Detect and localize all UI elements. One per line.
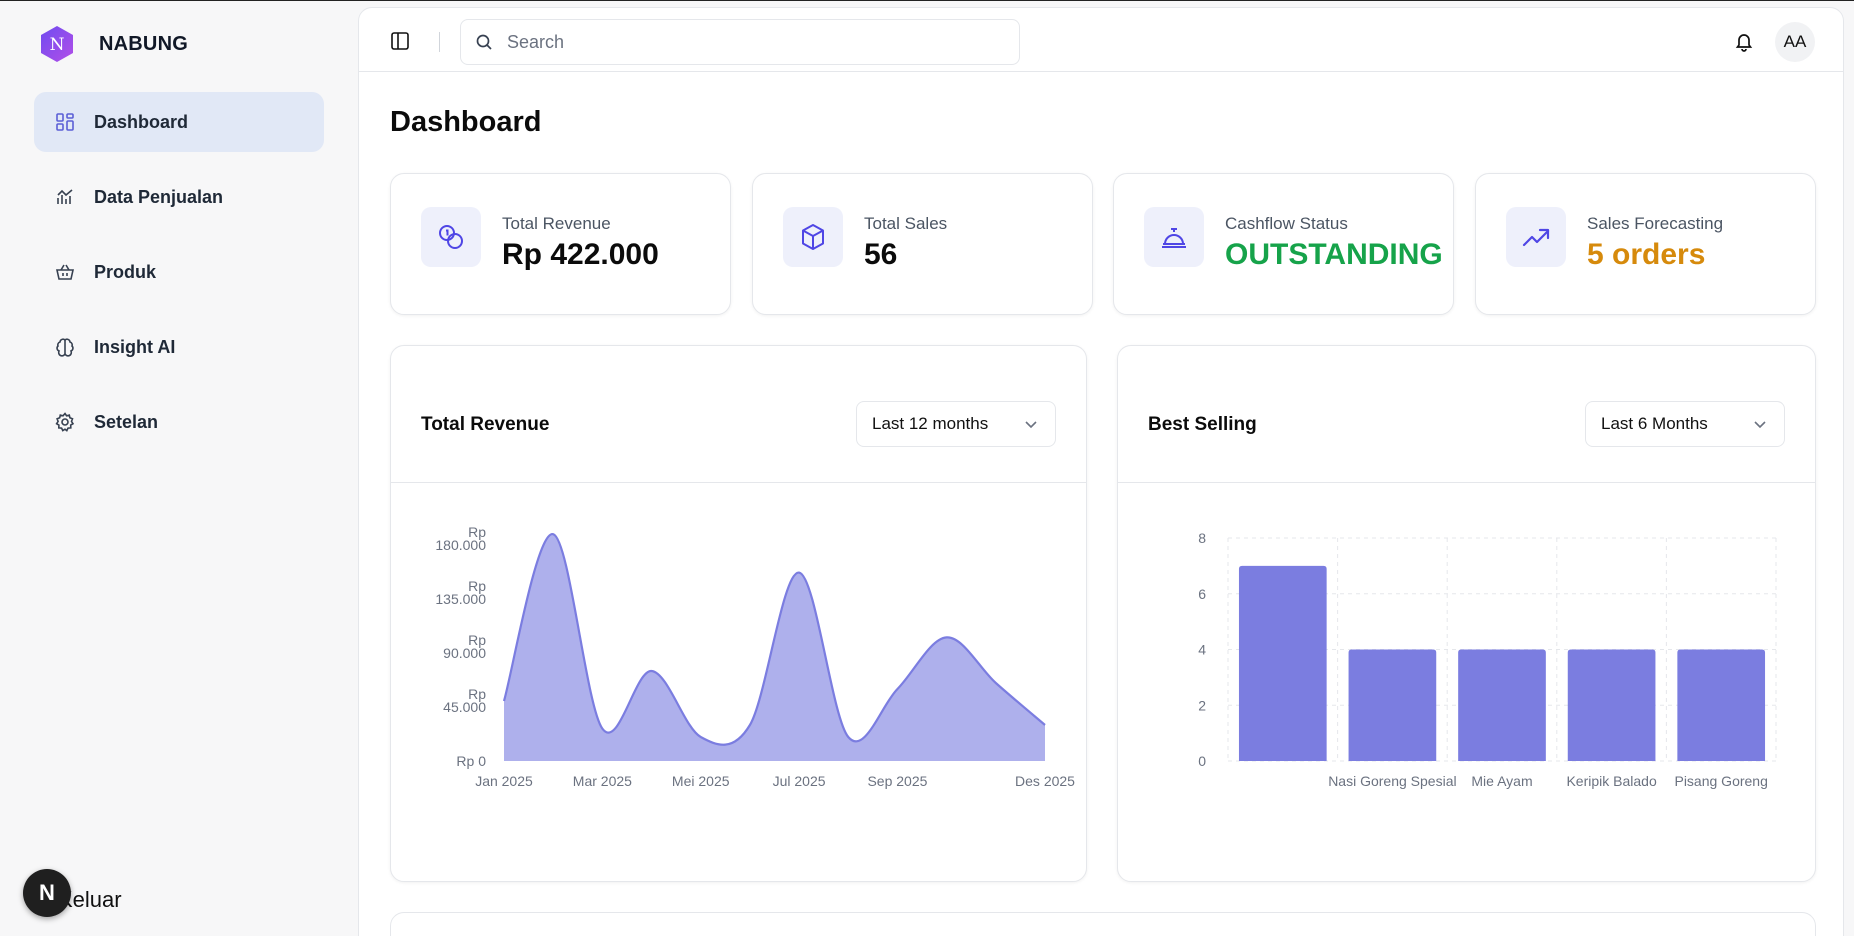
- y-tick-label: Rp 0: [456, 753, 486, 769]
- box-icon: [783, 207, 843, 267]
- brain-icon: [54, 336, 76, 358]
- x-tick-label: Mar 2025: [573, 773, 632, 789]
- y-tick-label-part: 135.000: [435, 591, 486, 607]
- y-tick-label-part: 90.000: [443, 645, 486, 661]
- x-tick-label: Des 2025: [1015, 773, 1075, 789]
- y-tick-label: Rp 135.000: [435, 578, 486, 607]
- search-icon: [476, 34, 492, 50]
- stat-label: Total Sales: [864, 214, 948, 233]
- brand-name: NABUNG: [99, 32, 188, 55]
- best-selling-chart-card: Best Selling Last 6 Months 0 2 4 6 8 Nasi Gor…: [1117, 345, 1816, 882]
- sidebar-item-label: Produk: [94, 261, 157, 282]
- sidebar-item-label: Setelan: [94, 411, 159, 432]
- bar: [1238, 565, 1327, 761]
- sidebar-item-setelan[interactable]: Setelan: [34, 392, 324, 452]
- bottom-card: [390, 912, 1816, 936]
- chevron-down-icon: [1025, 421, 1037, 429]
- sidebar-item-label: Insight AI: [94, 336, 176, 357]
- sidebar-item-insight-ai[interactable]: Insight AI: [34, 317, 324, 377]
- stat-value: 56: [864, 238, 898, 271]
- coins-icon: [421, 207, 481, 267]
- dashboard-icon: [54, 111, 76, 133]
- bar: [1458, 649, 1546, 761]
- gear-icon: [54, 411, 76, 433]
- chart-title: Best Selling: [1148, 414, 1257, 435]
- y-tick-label: 0: [1198, 753, 1206, 769]
- chart-header: Total Revenue Last 12 months: [391, 346, 1086, 483]
- y-tick-label: 4: [1198, 642, 1206, 658]
- sidebar-item-produk[interactable]: Produk: [34, 242, 324, 302]
- dev-tools-badge[interactable]: N: [23, 869, 71, 917]
- brand-logo-icon: N: [41, 26, 73, 62]
- best-selling-range-select[interactable]: Last 6 Months: [1585, 401, 1785, 447]
- bar: [1567, 649, 1656, 761]
- sidebar-item-label: Data Penjualan: [94, 186, 224, 207]
- revenue-range-select[interactable]: Last 12 months: [856, 401, 1056, 447]
- x-tick-label: Mei 2025: [672, 773, 730, 789]
- y-tick-label: Rp 180.000: [435, 524, 486, 553]
- stat-value: 5 orders: [1587, 238, 1706, 271]
- y-tick-label: Rp 45.000: [443, 686, 486, 715]
- chevron-down-icon: [1754, 421, 1766, 429]
- bar: [1677, 649, 1766, 761]
- y-tick-label: Rp 90.000: [443, 632, 486, 661]
- y-tick-label: 2: [1198, 697, 1206, 713]
- y-tick-label: 8: [1198, 530, 1206, 546]
- stat-card-sales-forecasting: Sales Forecasting 5 orders: [1475, 173, 1816, 315]
- x-tick-label: Mie Ayam: [1471, 773, 1532, 789]
- stat-label: Sales Forecasting: [1587, 214, 1724, 233]
- sidebar: N NABUNG Dashboard Data Penjualan Produk…: [0, 1, 358, 936]
- sidebar-item-dashboard[interactable]: Dashboard: [34, 92, 324, 152]
- stat-label: Cashflow Status: [1225, 214, 1348, 233]
- bell-service-icon: [1144, 207, 1204, 267]
- x-tick-label: Sep 2025: [867, 773, 927, 789]
- stat-value: Rp 422.000: [502, 238, 659, 271]
- chart-line-icon: [54, 186, 76, 208]
- x-tick-label: Jul 2025: [773, 773, 826, 789]
- bar: [1348, 649, 1437, 761]
- y-tick-label-part: 45.000: [443, 699, 486, 715]
- topbar: AA: [359, 8, 1843, 72]
- x-tick-label: Pisang Goreng: [1674, 773, 1767, 789]
- x-tick-label: Jan 2025: [475, 773, 533, 789]
- main-panel: AA Dashboard Total Revenue Rp 422.000 To…: [358, 7, 1844, 936]
- svg-text:N: N: [50, 35, 65, 55]
- x-tick-label: Keripik Balado: [1566, 773, 1656, 789]
- trending-up-icon: [1506, 207, 1566, 267]
- chart-header: Best Selling Last 6 Months: [1118, 346, 1815, 483]
- revenue-chart-card: Total Revenue Last 12 months Rp 0 Rp 45.00…: [390, 345, 1087, 882]
- y-tick-label: 6: [1198, 586, 1206, 602]
- divider: [439, 32, 440, 52]
- basket-icon: [54, 261, 76, 283]
- page-title: Dashboard: [390, 106, 542, 138]
- x-tick-label: Nasi Goreng Spesial: [1328, 773, 1456, 789]
- search-bar[interactable]: [460, 19, 1020, 65]
- stat-label: Total Revenue: [502, 214, 611, 233]
- brand[interactable]: N NABUNG: [38, 25, 188, 63]
- notification-bell-icon[interactable]: [1733, 30, 1755, 52]
- select-value: Last 6 Months: [1601, 414, 1708, 433]
- chart-title: Total Revenue: [421, 414, 550, 435]
- revenue-area-chart: Rp 0 Rp 45.000 Rp 90.000 Rp 135.000 Rp 180.000 Ja…: [435, 524, 1075, 789]
- sidebar-item-label: Dashboard: [94, 111, 189, 132]
- search-input[interactable]: [507, 31, 987, 53]
- sidebar-item-data-penjualan[interactable]: Data Penjualan: [34, 167, 324, 227]
- best-selling-bar-chart: 0 2 4 6 8 Nasi Goreng Spesial Mie Ayam Keripik …: [1198, 530, 1777, 789]
- stat-card-total-sales: Total Sales 56: [752, 173, 1093, 315]
- avatar[interactable]: AA: [1775, 22, 1815, 62]
- y-tick-label-part: 180.000: [435, 537, 486, 553]
- select-value: Last 12 months: [872, 414, 989, 433]
- sidebar-nav: Dashboard Data Penjualan Produk Insight …: [34, 92, 324, 467]
- stat-card-total-revenue: Total Revenue Rp 422.000: [390, 173, 731, 315]
- stat-value: OUTSTANDING: [1225, 238, 1443, 271]
- stat-card-cashflow-status: Cashflow Status OUTSTANDING: [1113, 173, 1454, 315]
- sidebar-toggle-icon[interactable]: [389, 30, 411, 52]
